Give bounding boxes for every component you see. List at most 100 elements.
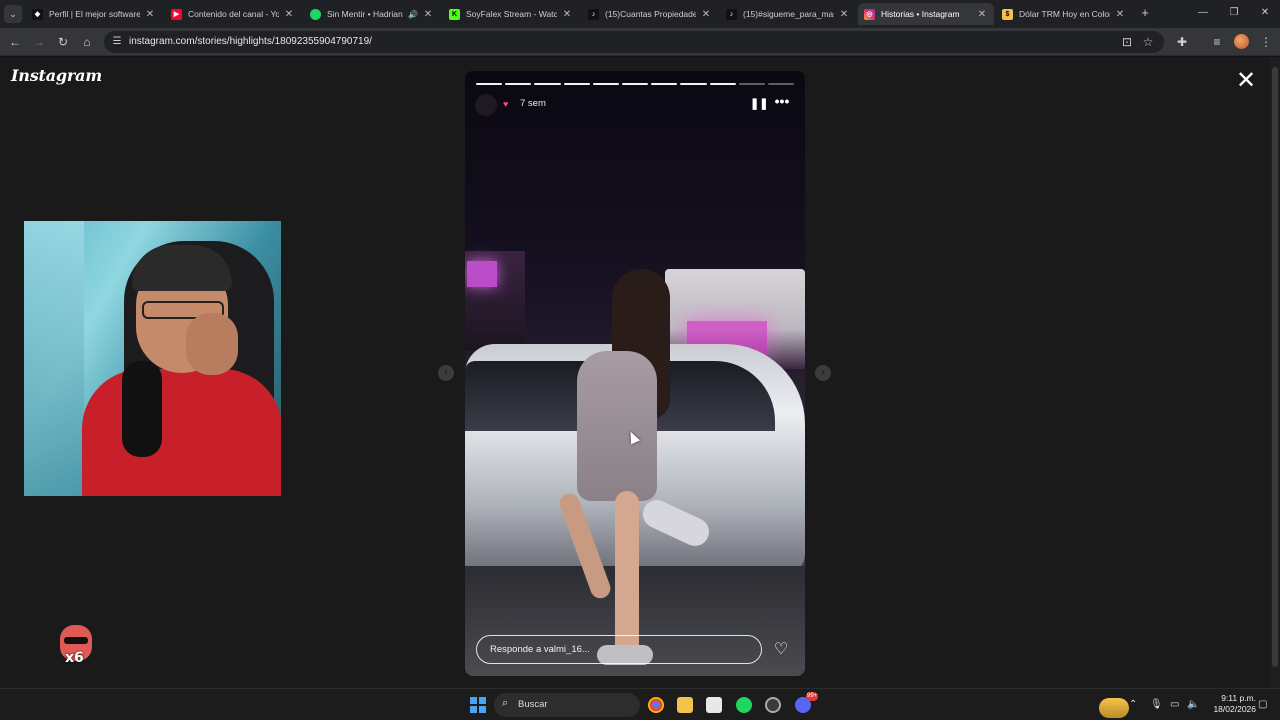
tab-spotify[interactable]: Sin Mentir • Hadrian 🔊 ✕	[304, 3, 440, 25]
extensions-icon[interactable]: ✚	[1173, 33, 1191, 51]
tab-close-icon[interactable]: ✕	[976, 9, 988, 20]
more-options-icon[interactable]: •••	[772, 94, 792, 108]
next-story-arrow-icon[interactable]: ›	[815, 365, 831, 381]
file-explorer-icon[interactable]	[677, 697, 693, 713]
emote-multiplier: x6	[65, 650, 84, 666]
tab-close-icon[interactable]: ✕	[422, 9, 434, 20]
tab-tiktok-2[interactable]: ♪ (15)#sigueme_para_mas_ ✕	[720, 3, 856, 25]
tab-title: (15)#sigueme_para_mas_	[743, 9, 834, 19]
forward-arrow-icon[interactable]: →	[30, 33, 48, 51]
tab-perfil[interactable]: ◆ Perfil | El mejor software p ✕	[26, 3, 162, 25]
tab-title: Perfil | El mejor software p	[49, 9, 140, 19]
instagram-logo[interactable]: Instagram	[11, 66, 102, 85]
webcam-microphone	[122, 361, 162, 457]
browser-tab-strip: ⌄ ◆ Perfil | El mejor software p ✕ ▶ Con…	[0, 0, 1280, 28]
tab-close-icon[interactable]: ✕	[700, 9, 712, 20]
reply-input[interactable]	[477, 636, 761, 663]
tab-instagram[interactable]: ◎ Historias • Instagram ✕	[858, 3, 994, 25]
instagram-icon: ◎	[864, 8, 875, 20]
tab-title: SoyFalex Stream - Watch	[466, 9, 557, 19]
story-header: ♥ 7 sem ❚❚ •••	[475, 94, 795, 116]
reload-icon[interactable]: ↻	[54, 33, 72, 51]
story-progress-segment	[476, 83, 503, 85]
volume-icon[interactable]: 🔈	[1187, 698, 1199, 712]
notification-badge: 99+	[806, 692, 819, 701]
tab-tiktok-1[interactable]: ♪ (15)Cuantas Propiedades ✕	[582, 3, 718, 25]
search-label: Buscar	[518, 699, 548, 710]
tab-close-icon[interactable]: ✕	[144, 9, 156, 20]
tab-close-icon[interactable]: ✕	[838, 9, 850, 20]
pause-icon[interactable]: ❚❚	[750, 97, 768, 111]
story-person-dress	[577, 351, 657, 501]
youtube-icon: ▶	[171, 8, 182, 20]
app-icon[interactable]	[765, 697, 781, 713]
previous-story-arrow-icon[interactable]: ‹	[438, 365, 454, 381]
story-neon-sign	[467, 261, 497, 287]
tab-close-icon[interactable]: ✕	[283, 9, 295, 20]
clock-time: 9:11 p.m.	[1221, 693, 1256, 703]
heart-icon: ♥	[503, 99, 509, 109]
emote-overlay: x6	[56, 623, 96, 669]
story-avatar[interactable]	[475, 94, 497, 116]
notifications-icon[interactable]: ▢	[1258, 698, 1267, 712]
like-heart-icon[interactable]: ♡	[771, 640, 791, 660]
spotify-icon[interactable]	[736, 697, 752, 713]
story-progress-segment	[592, 83, 619, 85]
show-hidden-icons-chevron-icon[interactable]: ⌃	[1129, 698, 1137, 712]
start-logo-pane	[470, 697, 477, 704]
address-bar[interactable]: ☰ instagram.com/stories/highlights/18092…	[104, 31, 1164, 53]
tab-close-icon[interactable]: ✕	[561, 9, 573, 20]
tab-title: Sin Mentir • Hadrian	[327, 9, 403, 19]
profile-avatar[interactable]	[1234, 34, 1249, 49]
bookmark-star-icon[interactable]: ☆	[1139, 33, 1157, 51]
back-arrow-icon[interactable]: ←	[6, 33, 24, 51]
tiktok-icon: ♪	[726, 8, 737, 20]
emote-sunglasses	[64, 637, 88, 644]
kick-icon: K	[449, 8, 460, 20]
tab-youtube[interactable]: ▶ Contenido del canal - You ✕	[165, 3, 301, 25]
tab-dolar[interactable]: $ Dólar TRM Hoy en Colom ✕	[996, 3, 1132, 25]
site-info-icon[interactable]: ☰	[110, 35, 124, 49]
network-icon[interactable]: ▭	[1170, 698, 1179, 712]
story-progress-segment	[534, 83, 561, 85]
story-progress-segment	[680, 83, 707, 85]
minimize-button[interactable]: —	[1190, 4, 1216, 22]
page-scrollbar[interactable]	[1270, 57, 1280, 688]
close-icon[interactable]: ✕	[1235, 69, 1257, 93]
webcam-shirt	[82, 369, 281, 496]
install-app-icon[interactable]: ⊡	[1118, 33, 1136, 51]
menu-kebab-icon[interactable]: ⋮	[1257, 33, 1275, 51]
speaker-icon[interactable]: 🔊	[408, 10, 418, 19]
media-control-icon[interactable]: ≡	[1208, 33, 1226, 51]
home-icon[interactable]: ⌂	[78, 33, 96, 51]
scrollbar-thumb[interactable]	[1272, 67, 1278, 667]
start-logo-pane	[470, 706, 477, 713]
chrome-icon[interactable]	[648, 697, 664, 713]
tab-title: Historias • Instagram	[881, 9, 960, 19]
tab-close-icon[interactable]: ✕	[1114, 9, 1126, 20]
tab-kick[interactable]: K SoyFalex Stream - Watch ✕	[443, 3, 579, 25]
story-progress-segment	[505, 83, 532, 85]
reply-field[interactable]	[476, 635, 762, 664]
restore-button[interactable]: ❐	[1221, 4, 1247, 22]
story-timestamp: 7 sem	[520, 98, 546, 109]
story-progress-bar	[476, 83, 795, 85]
system-clock[interactable]: 9:11 p.m. 18/02/2026	[1208, 693, 1256, 715]
diamond-icon: ◆	[32, 8, 43, 20]
window-close-button[interactable]: ✕	[1252, 4, 1278, 22]
tab-title: (15)Cuantas Propiedades	[605, 9, 696, 19]
url-text[interactable]: instagram.com/stories/highlights/1809235…	[129, 35, 372, 49]
new-tab-button[interactable]: +	[1137, 5, 1153, 21]
tab-search-button[interactable]: ⌄	[4, 5, 22, 23]
story-progress-segment	[767, 83, 795, 85]
story-progress-segment	[651, 83, 678, 85]
story-progress-segment	[563, 83, 590, 85]
taskbar-search[interactable]: ⌕ Buscar	[494, 693, 1129, 718]
weather-widget-icon[interactable]	[1099, 698, 1129, 718]
tab-title: Contenido del canal - You	[188, 9, 279, 19]
store-icon[interactable]	[706, 697, 722, 713]
story-progress-segment	[738, 83, 765, 85]
story-card[interactable]: ♥ 7 sem ❚❚ ••• ♡	[465, 71, 805, 676]
start-button-icon[interactable]	[470, 697, 486, 713]
microphone-icon[interactable]: 🎙	[1150, 698, 1163, 712]
